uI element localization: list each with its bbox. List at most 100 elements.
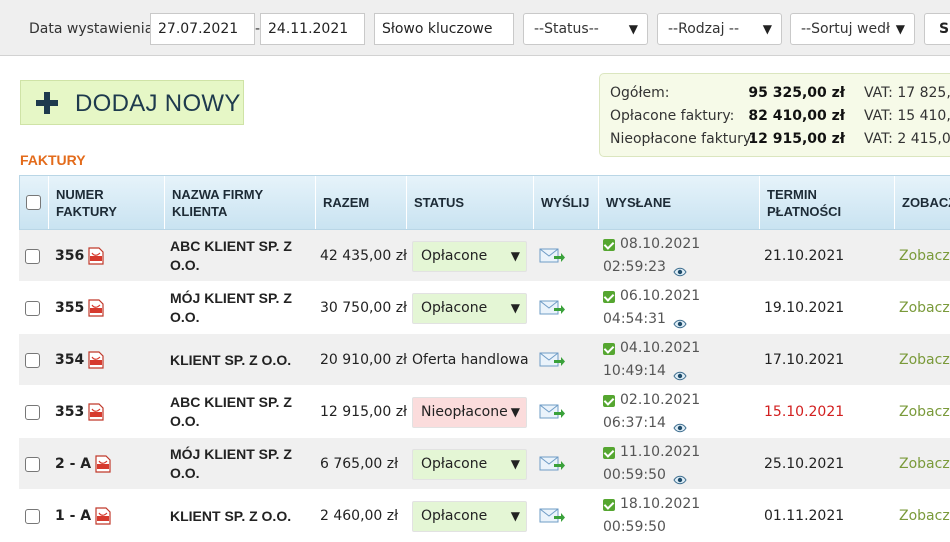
company-name: MÓJ KLIENT SP. Z O.O. xyxy=(170,290,292,325)
table-row: 1 - A KLIENT SP. Z O.O. 2 460,00 zł Opłacon… xyxy=(19,490,950,542)
keyword-input[interactable]: Słowo kluczowe xyxy=(374,13,514,45)
eye-icon xyxy=(673,418,687,433)
pdf-icon[interactable] xyxy=(88,299,104,317)
table-row: 354 KLIENT SP. Z O.O. 20 910,00 zł Oferta h… xyxy=(19,334,950,386)
status-select[interactable]: Opłacone ▼ xyxy=(412,500,527,532)
invoice-total: 12 915,00 zł xyxy=(320,404,408,420)
status-cell: Nieopłacone ▼ xyxy=(412,386,534,438)
status-cell: Opłacone ▼ xyxy=(412,282,534,334)
header-status[interactable]: STATUS xyxy=(408,176,534,229)
status-filter-select[interactable]: --Status-- ▼ xyxy=(523,13,648,45)
send-email-icon[interactable] xyxy=(539,247,565,265)
sent-cell: 11.10.2021 00:59:50 xyxy=(603,438,759,490)
view-link[interactable]: Zobacz xyxy=(899,404,950,420)
header-due[interactable]: TERMIN PŁATNOŚCI xyxy=(761,176,895,229)
add-new-label: DODAJ NOWY xyxy=(75,90,241,117)
pdf-icon[interactable] xyxy=(88,403,104,421)
sort-select[interactable]: --Sortuj wedł ▼ xyxy=(790,13,915,45)
invoice-number: 354 xyxy=(55,352,85,368)
status-select[interactable]: Nieopłacone ▼ xyxy=(412,396,527,428)
invoice-total: 6 765,00 zł xyxy=(320,456,399,472)
status-value: Opłacone xyxy=(421,248,488,264)
header-sent[interactable]: WYSŁANE xyxy=(600,176,760,229)
table-header: NUMER FAKTURY NAZWA FIRMY KLIENTA RAZEM … xyxy=(19,175,950,230)
select-all-checkbox[interactable] xyxy=(26,195,41,210)
chevron-down-icon: ▼ xyxy=(510,404,520,419)
row-checkbox[interactable] xyxy=(25,508,40,524)
summary-label: Opłacone faktury: xyxy=(610,108,735,124)
view-link[interactable]: Zobacz xyxy=(899,248,950,264)
view-link[interactable]: Zobacz xyxy=(899,352,950,368)
status-select[interactable]: Opłacone ▼ xyxy=(412,240,527,272)
view-cell: Zobacz xyxy=(899,386,950,438)
row-checkbox[interactable] xyxy=(25,404,40,420)
pdf-icon[interactable] xyxy=(95,455,111,473)
chevron-down-icon: ▼ xyxy=(510,508,520,523)
sent-check-icon xyxy=(603,342,615,355)
due-cell: 21.10.2021 xyxy=(764,230,894,282)
header-total[interactable]: RAZEM xyxy=(317,176,407,229)
send-cell xyxy=(539,386,599,438)
view-link[interactable]: Zobacz xyxy=(899,300,950,316)
company-name: ABC KLIENT SP. Z O.O. xyxy=(170,394,292,429)
company-cell: ABC KLIENT SP. Z O.O. xyxy=(170,230,312,282)
pdf-icon[interactable] xyxy=(88,247,104,265)
section-title: FAKTURY xyxy=(20,152,86,168)
sent-check-icon xyxy=(603,238,615,251)
row-checkbox[interactable] xyxy=(25,456,40,472)
row-checkbox[interactable] xyxy=(25,300,40,316)
header-send: WYŚLIJ xyxy=(535,176,599,229)
company-cell: ABC KLIENT SP. Z O.O. xyxy=(170,386,312,438)
status-select[interactable]: Opłacone ▼ xyxy=(412,448,527,480)
company-name: KLIENT SP. Z O.O. xyxy=(170,507,292,524)
view-cell: Zobacz xyxy=(899,282,950,334)
send-email-icon[interactable] xyxy=(539,403,565,421)
send-email-icon[interactable] xyxy=(539,299,565,317)
type-filter-select[interactable]: --Rodzaj -- ▼ xyxy=(657,13,782,45)
date-to-input[interactable]: 24.11.2021 xyxy=(260,13,365,45)
header-number[interactable]: NUMER FAKTURY xyxy=(50,176,165,229)
summary-vat: VAT: 2 415,00 xyxy=(864,131,950,147)
view-link[interactable]: Zobacz xyxy=(899,456,950,472)
row-select-cell xyxy=(25,230,49,282)
table-row: 353 ABC KLIENT SP. Z O.O. 12 915,00 zł Nieo… xyxy=(19,386,950,438)
total-cell: 30 750,00 zł xyxy=(320,282,408,334)
add-new-button[interactable]: DODAJ NOWY xyxy=(20,80,244,125)
pdf-icon[interactable] xyxy=(95,507,111,525)
status-value: Opłacone xyxy=(421,456,488,472)
due-date: 17.10.2021 xyxy=(764,352,845,368)
send-email-icon[interactable] xyxy=(539,351,565,369)
status-value: Opłacone xyxy=(421,300,488,316)
status-select[interactable]: Opłacone ▼ xyxy=(412,292,527,324)
date-label: Data wystawienia: xyxy=(29,21,158,37)
view-link[interactable]: Zobacz xyxy=(899,508,950,524)
summary-value: 82 410,00 zł xyxy=(748,108,845,124)
date-from-input[interactable]: 27.07.2021 xyxy=(150,13,255,45)
sent-date: 18.10.2021 xyxy=(620,496,701,512)
due-cell: 17.10.2021 xyxy=(764,334,894,386)
send-cell xyxy=(539,438,599,490)
sent-check-icon xyxy=(603,394,615,407)
status-cell: Opłacone ▼ xyxy=(412,230,534,282)
sort-value: --Sortuj wedł xyxy=(801,21,890,37)
summary-label: Ogółem: xyxy=(610,85,670,101)
send-email-icon[interactable] xyxy=(539,455,565,473)
invoice-number: 353 xyxy=(55,404,85,420)
summary-row: Nieopłacone faktury: 12 915,00 zł VAT: 2… xyxy=(600,131,950,151)
totals-summary: Ogółem: 95 325,00 zł VAT: 17 825,0 Opłac… xyxy=(599,73,950,157)
header-company[interactable]: NAZWA FIRMY KLIENTA xyxy=(166,176,316,229)
send-email-icon[interactable] xyxy=(539,507,565,525)
row-checkbox[interactable] xyxy=(25,352,40,368)
send-cell xyxy=(539,334,599,386)
pdf-icon[interactable] xyxy=(88,351,104,369)
invoice-total: 2 460,00 zł xyxy=(320,508,399,524)
row-checkbox[interactable] xyxy=(25,248,40,264)
due-date: 21.10.2021 xyxy=(764,248,845,264)
summary-vat: VAT: 15 410,0 xyxy=(864,108,950,124)
chevron-down-icon: ▼ xyxy=(510,456,520,471)
total-cell: 6 765,00 zł xyxy=(320,438,408,490)
sent-check-icon xyxy=(603,446,615,459)
due-date: 25.10.2021 xyxy=(764,456,845,472)
search-button[interactable]: S xyxy=(924,13,950,45)
sent-time: 02:59:23 xyxy=(603,259,666,275)
